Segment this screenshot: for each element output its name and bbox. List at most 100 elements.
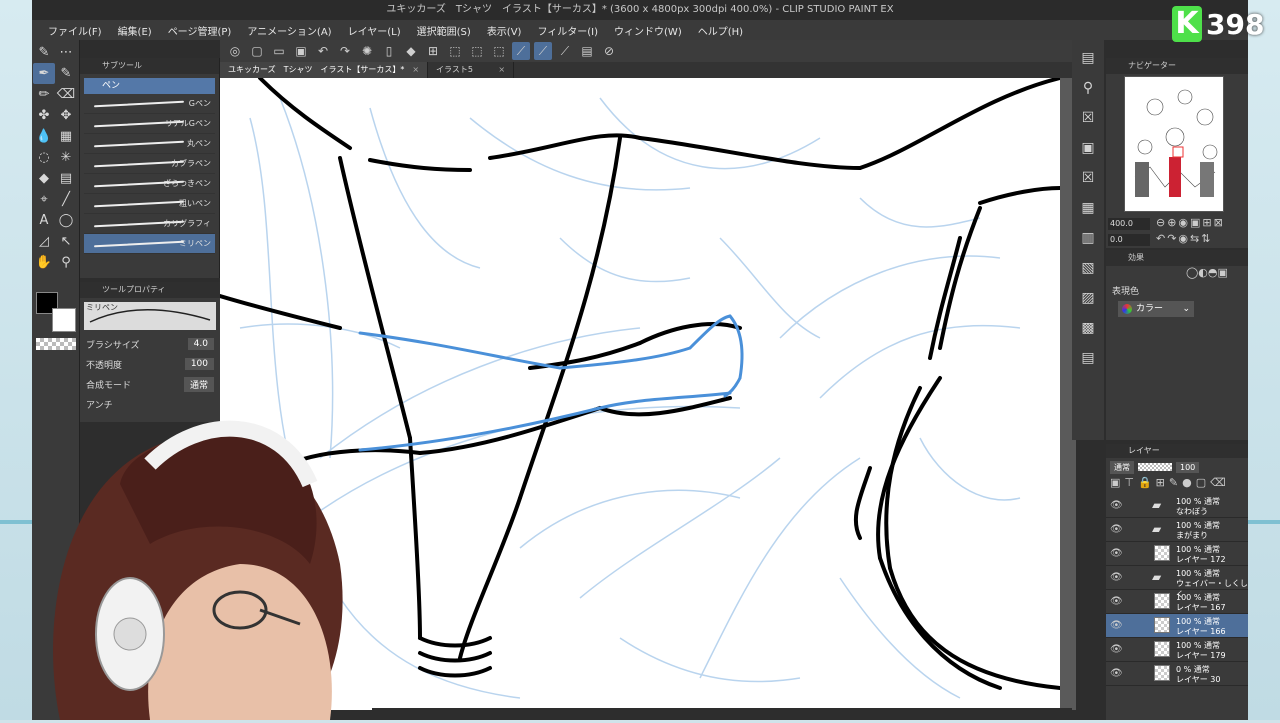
transform-icon[interactable]: ⊞	[424, 42, 442, 60]
sub-color-swatch[interactable]	[52, 308, 76, 332]
snap-special-ruler-icon[interactable]: ⟋	[534, 42, 552, 60]
show-selection-icon[interactable]: ⬚	[490, 42, 508, 60]
camera-icon[interactable]: ▣	[1076, 136, 1100, 160]
snap-grid-icon[interactable]: ⟋	[556, 42, 574, 60]
visibility-icon[interactable]: 👁	[1110, 548, 1123, 559]
layer-opacity-slider[interactable]	[1138, 463, 1172, 471]
tool-menu-icon[interactable]: ✎	[33, 42, 55, 63]
layer-opacity-field[interactable]: 100	[1176, 461, 1200, 473]
tool-menu-icon[interactable]: ⋯	[55, 42, 77, 63]
shape-tool-icon[interactable]: ◯	[55, 210, 77, 231]
fill-tool-icon[interactable]: ◆	[33, 168, 55, 189]
effect-buttons[interactable]: ◯◐◓▣	[1186, 266, 1248, 280]
visibility-icon[interactable]: 👁	[1110, 668, 1123, 679]
menu-help[interactable]: ヘルプ(H)	[690, 23, 751, 38]
navigator-tab[interactable]: ナビゲーター	[1106, 58, 1248, 74]
effect-tab[interactable]: 効果	[1106, 250, 1248, 266]
open-file-icon[interactable]: ▭	[270, 42, 288, 60]
auto-action-icon[interactable]: ▧	[1076, 256, 1100, 280]
settings-icon[interactable]: ▤	[578, 42, 596, 60]
menu-edit[interactable]: 編集(E)	[110, 23, 160, 38]
visibility-icon[interactable]: 👁	[1110, 572, 1123, 583]
pencil-tool-icon[interactable]: ✏	[33, 84, 55, 105]
opacity-input[interactable]: 100	[184, 358, 214, 370]
tool-property-tab[interactable]: ツールプロパティ	[80, 282, 220, 298]
fill-icon[interactable]: ◆	[402, 42, 420, 60]
subtool-tab[interactable]: サブツール	[80, 58, 219, 74]
menu-file[interactable]: ファイル(F)	[40, 23, 110, 38]
pen-tool-icon[interactable]: ✒	[33, 63, 55, 84]
subtool-group-pen[interactable]: ペン	[84, 78, 215, 94]
menu-animation[interactable]: アニメーション(A)	[239, 23, 339, 38]
layer-tool-icons[interactable]: ▣⊤🔒⊞✎●▢⌫	[1106, 476, 1230, 489]
close-panel-icon[interactable]: ☒	[1076, 166, 1100, 190]
operation-tool-icon[interactable]: ⌖	[33, 189, 55, 210]
rotate-field[interactable]: 0.0	[1108, 234, 1150, 246]
visibility-icon[interactable]: 👁	[1110, 596, 1123, 607]
snap-ruler-icon[interactable]: ⟋	[512, 42, 530, 60]
visibility-icon[interactable]: 👁	[1110, 524, 1123, 535]
close-icon[interactable]: ×	[412, 62, 419, 78]
new-file-icon[interactable]: ▢	[248, 42, 266, 60]
brush-item[interactable]: Gペン	[84, 94, 215, 114]
rotate-buttons[interactable]: ↶↷◉⇆⇅	[1156, 232, 1212, 245]
frame-tool-icon[interactable]: ◿	[33, 231, 55, 252]
save-icon[interactable]: ▣	[292, 42, 310, 60]
loading-icon[interactable]: ✺	[358, 42, 376, 60]
sub-view-icon[interactable]: ▨	[1076, 286, 1100, 310]
line-tool-icon[interactable]: ╱	[55, 189, 77, 210]
transparent-color-swatch[interactable]	[36, 338, 76, 350]
layer-row[interactable]: 👁 ▰ 100 % 通常 まがまり	[1106, 518, 1248, 542]
item-bank-icon[interactable]: ▤	[1076, 346, 1100, 370]
companion-icon[interactable]: ⊘	[600, 42, 618, 60]
magic-wand-icon[interactable]: ✳	[55, 147, 77, 168]
layer-row[interactable]: 👁 ▰ 100 % 通常 なわぼう	[1106, 494, 1248, 518]
undo-icon[interactable]: ↶	[314, 42, 332, 60]
layer-row[interactable]: 👁 100 % 通常 レイヤー 172	[1106, 542, 1248, 566]
correct-line-icon[interactable]: ↖	[55, 231, 77, 252]
document-tab[interactable]: イラスト5 ×	[428, 62, 515, 78]
menu-layer[interactable]: レイヤー(L)	[340, 23, 409, 38]
invert-selection-icon[interactable]: ⬚	[468, 42, 486, 60]
brush-size-input[interactable]: 4.0	[187, 338, 214, 350]
redo-icon[interactable]: ↷	[336, 42, 354, 60]
layer-row[interactable]: 👁 0 % 通常 レイヤー 30	[1106, 662, 1248, 686]
layer-property-icon[interactable]: ▥	[1076, 226, 1100, 250]
menu-page[interactable]: ページ管理(P)	[160, 23, 240, 38]
layer-row-selected[interactable]: 👁 100 % 通常 レイヤー 166	[1106, 614, 1248, 638]
lasso-tool-icon[interactable]: ◌	[33, 147, 55, 168]
close-icon[interactable]: ×	[498, 62, 505, 78]
eraser-tool-icon[interactable]: ⌫	[55, 84, 77, 105]
zoom-field[interactable]: 400.0	[1108, 218, 1150, 230]
layer-row[interactable]: 👁 100 % 通常 レイヤー 167	[1106, 590, 1248, 614]
brush-item[interactable]: カリグラフィ	[84, 214, 215, 234]
history-icon[interactable]: ▦	[1076, 196, 1100, 220]
deselect-icon[interactable]: ⬚	[446, 42, 464, 60]
move-tool-icon[interactable]: ✥	[55, 105, 77, 126]
menu-filter[interactable]: フィルター(I)	[529, 23, 606, 38]
layer-row[interactable]: 👁 100 % 通常 レイヤー 179	[1106, 638, 1248, 662]
grid-tool-icon[interactable]: ▦	[55, 126, 77, 147]
brush-item-selected[interactable]: ミリペン	[84, 234, 215, 254]
marker-tool-icon[interactable]: ✎	[55, 63, 77, 84]
layer-tab[interactable]: レイヤー	[1106, 444, 1248, 458]
decoration-tool-icon[interactable]: ✤	[33, 105, 55, 126]
clear-icon[interactable]: ▯	[380, 42, 398, 60]
blend-tool-icon[interactable]: 💧	[33, 126, 55, 147]
search-icon[interactable]: ⚲	[1076, 76, 1100, 100]
document-tab-active[interactable]: ユキッカーズ Tシャツ イラスト【サーカス】* ×	[220, 62, 429, 78]
navigator-thumbnail[interactable]	[1124, 76, 1224, 212]
brush-item[interactable]: リアルGペン	[84, 114, 215, 134]
layer-row[interactable]: 👁 ▰ 100 % 通常 ウェイバー・しくしく	[1106, 566, 1248, 599]
menu-view[interactable]: 表示(V)	[479, 23, 530, 38]
brush-item[interactable]: カブラペン	[84, 154, 215, 174]
text-tool-icon[interactable]: A	[33, 210, 55, 231]
hand-tool-icon[interactable]: ✋	[33, 252, 55, 273]
menu-selection[interactable]: 選択範囲(S)	[409, 23, 479, 38]
close-panel-icon[interactable]: ☒	[1076, 106, 1100, 130]
visibility-icon[interactable]: 👁	[1110, 500, 1123, 511]
material-icon[interactable]: ▤	[1076, 46, 1100, 70]
layer-blend-select[interactable]: 通常	[1110, 460, 1134, 474]
menu-window[interactable]: ウィンドウ(W)	[606, 23, 690, 38]
zoom-buttons[interactable]: ⊖⊕◉▣⊞⊠	[1156, 216, 1225, 229]
